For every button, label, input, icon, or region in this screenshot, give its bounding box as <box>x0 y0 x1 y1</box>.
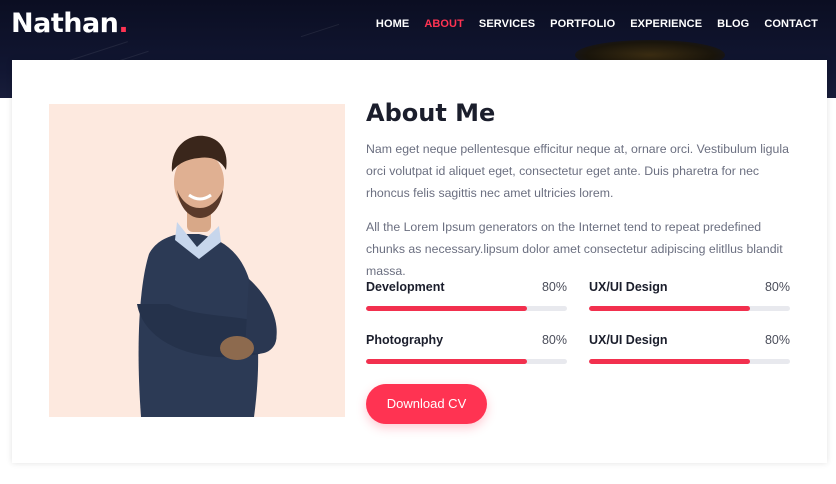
skill-percent: 80% <box>541 280 567 294</box>
skill-development: Development 80% <box>366 280 567 311</box>
nav-menu: HOME ABOUT SERVICES PORTFOLIO EXPERIENCE… <box>376 17 818 31</box>
about-content: About Me Nam eget neque pellentesque eff… <box>366 98 791 282</box>
skill-name: Development <box>366 280 445 294</box>
skill-uxui-design-2: UX/UI Design 80% <box>589 333 790 364</box>
nav-link-contact[interactable]: CONTACT <box>764 17 818 31</box>
skill-name: UX/UI Design <box>589 280 668 294</box>
nav-link-experience[interactable]: EXPERIENCE <box>630 17 702 31</box>
skill-name: Photography <box>366 333 444 347</box>
site-logo[interactable]: Nathan. <box>11 6 129 42</box>
about-heading: About Me <box>366 99 496 127</box>
skill-uxui-design: UX/UI Design 80% <box>589 280 790 311</box>
skills-grid: Development 80% UX/UI Design 80% Photogr… <box>366 280 791 380</box>
about-paragraph-2: All the Lorem Ipsum generators on the In… <box>366 220 783 278</box>
logo-text: Nathan <box>11 8 119 39</box>
nav-link-home[interactable]: HOME <box>376 17 409 31</box>
profile-photo <box>49 104 345 417</box>
progress-fill <box>366 306 527 311</box>
progress-fill <box>589 306 750 311</box>
progress-track <box>366 359 567 364</box>
nav-link-services[interactable]: SERVICES <box>479 17 535 31</box>
skill-percent: 80% <box>764 333 790 347</box>
skill-name: UX/UI Design <box>589 333 668 347</box>
progress-track <box>589 359 790 364</box>
progress-track <box>366 306 567 311</box>
skill-photography: Photography 80% <box>366 333 567 364</box>
nav-link-blog[interactable]: BLOG <box>717 17 749 31</box>
download-cv-button[interactable]: Download CV <box>366 384 487 424</box>
nav-link-portfolio[interactable]: PORTFOLIO <box>550 17 615 31</box>
nav-link-about[interactable]: ABOUT <box>424 17 464 31</box>
skill-percent: 80% <box>764 280 790 294</box>
progress-track <box>589 306 790 311</box>
progress-fill <box>366 359 527 364</box>
progress-fill <box>589 359 750 364</box>
logo-dot: . <box>118 8 129 39</box>
about-paragraph-1: Nam eget neque pellentesque efficitur ne… <box>366 142 789 200</box>
skill-percent: 80% <box>541 333 567 347</box>
about-card: About Me Nam eget neque pellentesque eff… <box>12 60 827 463</box>
top-navbar: Nathan. HOME ABOUT SERVICES PORTFOLIO EX… <box>0 0 836 50</box>
person-portrait-icon <box>137 135 277 417</box>
